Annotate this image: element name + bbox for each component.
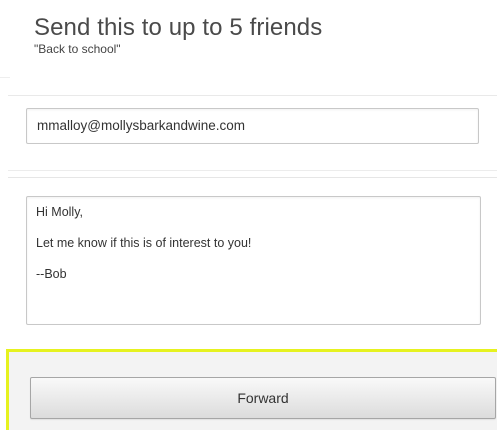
recipient-email-field[interactable]: mmalloy@mollysbarkandwine.com — [26, 108, 479, 144]
shared-item-name: "Back to school" — [34, 42, 121, 56]
forward-button[interactable]: Forward — [30, 377, 496, 419]
message-textarea[interactable]: Hi Molly, Let me know if this is of inte… — [26, 196, 481, 325]
dialog-title: Send this to up to 5 friends — [34, 14, 323, 41]
share-dialog: Send this to up to 5 friends "Back to sc… — [0, 0, 497, 430]
recipient-email-value: mmalloy@mollysbarkandwine.com — [37, 118, 246, 133]
divider — [0, 77, 10, 78]
message-section: Hi Molly, Let me know if this is of inte… — [8, 177, 497, 338]
forward-highlight-area: Forward — [6, 349, 497, 430]
message-signature: --Bob — [36, 267, 67, 281]
message-greeting: Hi Molly, — [36, 205, 83, 219]
dialog-header: Send this to up to 5 friends "Back to sc… — [34, 14, 322, 56]
recipients-section: mmalloy@mollysbarkandwine.com — [8, 95, 497, 171]
message-body: Let me know if this is of interest to yo… — [36, 236, 252, 250]
